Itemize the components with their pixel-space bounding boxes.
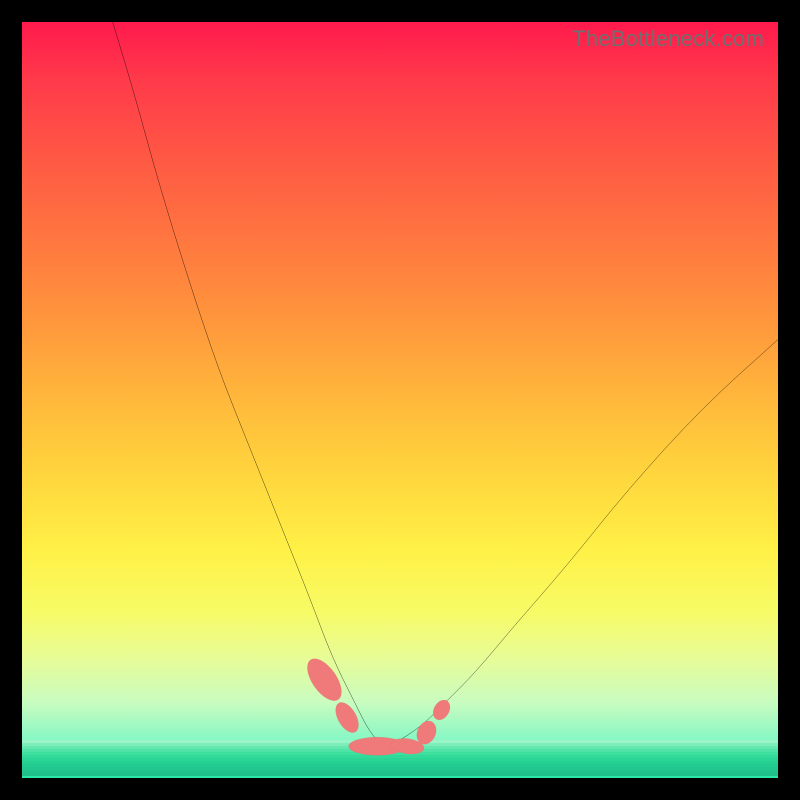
chart-frame: TheBottleneck.com xyxy=(0,0,800,800)
plot-area: TheBottleneck.com xyxy=(22,22,778,778)
trough-marker xyxy=(331,699,363,737)
trough-marker xyxy=(430,697,454,723)
bottleneck-curve xyxy=(385,340,778,748)
bottleneck-curve xyxy=(113,22,385,748)
trough-marker xyxy=(301,653,349,707)
watermark-text: TheBottleneck.com xyxy=(572,26,764,52)
curve-layer xyxy=(22,22,778,778)
